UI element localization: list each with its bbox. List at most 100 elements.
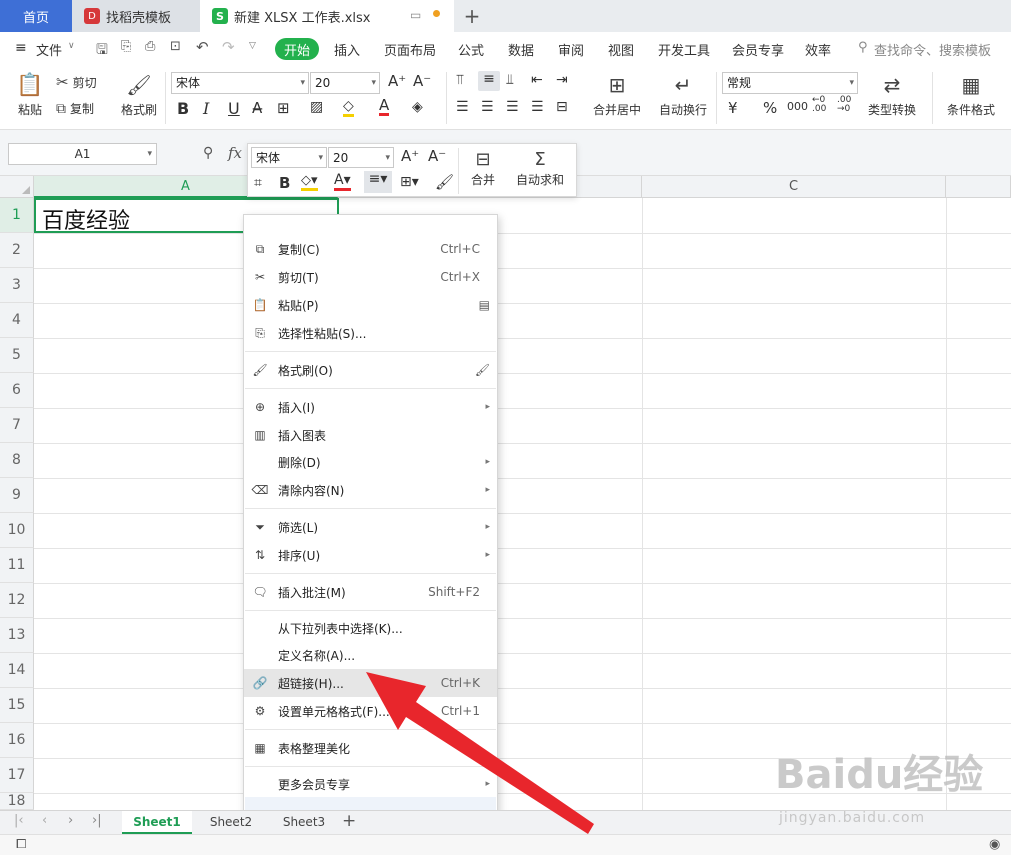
row-header[interactable]: 3	[0, 268, 34, 303]
row-header[interactable]: 16	[0, 723, 34, 758]
align-top-icon[interactable]: ⫪	[456, 72, 464, 88]
justify-icon[interactable]: ☰	[531, 99, 544, 115]
mini-select-icon[interactable]: ⌗	[254, 175, 262, 191]
mini-format-painter-icon[interactable]: 🖌	[435, 173, 454, 191]
conditional-format-button[interactable]: ▦ 条件格式	[940, 71, 1002, 118]
monitor-icon[interactable]: ▭	[410, 8, 421, 22]
row-header[interactable]: 8	[0, 443, 34, 478]
menu-view[interactable]: 视图	[608, 40, 634, 59]
align-center-icon[interactable]: ☰	[481, 99, 494, 115]
mini-increase-font-icon[interactable]: A⁺	[401, 147, 419, 165]
row-header[interactable]: 13	[0, 618, 34, 653]
mini-fill-color-icon[interactable]: ◇▾	[301, 174, 318, 191]
row-header[interactable]: 10	[0, 513, 34, 548]
copy-button[interactable]: ⧉ 复制	[56, 100, 94, 117]
row-header[interactable]: 1	[0, 198, 34, 233]
format-painter-lock-icon[interactable]: 🖌	[475, 363, 490, 377]
macro-record-icon[interactable]: ⧠	[16, 837, 26, 852]
row-header[interactable]: 9	[0, 478, 34, 513]
format-painter-button[interactable]: 🖌 格式刷	[118, 71, 160, 118]
tab-document[interactable]: S 新建 XLSX 工作表.xlsx ▭	[200, 0, 454, 32]
context-insert-comment[interactable]: 🗨 插入批注(M) Shift+F2	[244, 578, 497, 606]
decrease-font-icon[interactable]: A⁻	[413, 72, 431, 90]
prev-sheet-icon[interactable]: ‹	[42, 813, 47, 828]
mini-border-icon[interactable]: ⊞▾	[400, 174, 419, 190]
eye-protection-icon[interactable]: ◉	[989, 837, 1000, 852]
menu-page-layout[interactable]: 页面布局	[384, 40, 436, 59]
next-sheet-icon[interactable]: ›	[68, 813, 73, 828]
row-header[interactable]: 5	[0, 338, 34, 373]
font-family-select[interactable]: 宋体 ▾	[171, 72, 309, 94]
number-format-select[interactable]: 常规 ▾	[722, 72, 858, 94]
row-header[interactable]: 15	[0, 688, 34, 723]
hamburger-icon[interactable]: ≡	[15, 40, 27, 56]
tab-home[interactable]: 首页	[0, 0, 72, 32]
context-delete[interactable]: 删除(D) ▸	[244, 448, 497, 476]
fill-color-icon[interactable]: ◇	[343, 99, 354, 117]
new-tab-button[interactable]: +	[458, 0, 486, 32]
context-paste[interactable]: 📋 粘贴(P) ▤	[244, 291, 497, 319]
first-sheet-icon[interactable]: |‹	[14, 813, 24, 828]
context-copy[interactable]: ⧉ 复制(C) Ctrl+C	[244, 235, 497, 263]
context-insert[interactable]: ⊕ 插入(I) ▸	[244, 393, 497, 421]
search-command-input[interactable]: 查找命令、搜索模板	[874, 40, 991, 59]
select-all-corner[interactable]	[0, 176, 34, 198]
align-middle-icon[interactable]: ≡	[478, 71, 500, 91]
menu-start[interactable]: 开始	[275, 38, 319, 60]
font-size-select[interactable]: 20 ▾	[310, 72, 380, 94]
context-sort[interactable]: ⇅ 排序(U) ▸	[244, 541, 497, 569]
eraser-icon[interactable]: ◈	[412, 99, 423, 115]
bold-button[interactable]: B	[177, 99, 189, 118]
currency-icon[interactable]: ¥	[728, 99, 738, 117]
increase-font-icon[interactable]: A⁺	[388, 72, 406, 90]
paste-options-icon[interactable]: ▤	[479, 298, 490, 312]
menu-vip[interactable]: 会员专享	[732, 40, 784, 59]
row-header[interactable]: 11	[0, 548, 34, 583]
menu-insert[interactable]: 插入	[334, 40, 360, 59]
menu-developer[interactable]: 开发工具	[658, 40, 710, 59]
menu-efficiency[interactable]: 效率	[805, 40, 831, 59]
wrap-text-button[interactable]: ↵ 自动换行	[655, 71, 711, 118]
mini-decrease-font-icon[interactable]: A⁻	[428, 147, 446, 165]
fill-pattern-icon[interactable]: ▨	[310, 99, 323, 115]
quick-access-dropdown-icon[interactable]: ▽	[249, 41, 256, 51]
mini-align-icon[interactable]: ≡▾	[364, 171, 392, 193]
merge-center-button[interactable]: ⊞ 合并居中	[586, 71, 648, 118]
menu-review[interactable]: 审阅	[558, 40, 584, 59]
indent-increase-icon[interactable]: ⇥	[556, 72, 568, 88]
name-box[interactable]: A1 ▾	[8, 143, 157, 165]
last-sheet-icon[interactable]: ›|	[92, 813, 102, 828]
zoom-icon[interactable]: ⚲	[203, 145, 213, 161]
redo-icon[interactable]: ↷	[222, 38, 235, 56]
column-header-c[interactable]: C	[642, 176, 946, 198]
row-header[interactable]: 6	[0, 373, 34, 408]
context-pick-list[interactable]: 从下拉列表中选择(K)...	[244, 614, 497, 642]
strikethrough-icon[interactable]: A̶	[252, 99, 262, 117]
save-icon[interactable]: 🖫	[96, 39, 108, 63]
context-format-painter[interactable]: 🖌 格式刷(O) 🖌	[244, 356, 497, 384]
type-convert-button[interactable]: ⇄ 类型转换	[862, 71, 922, 118]
row-header[interactable]: 18	[0, 793, 34, 810]
context-paste-special[interactable]: ⎘ 选择性粘贴(S)...	[244, 319, 497, 347]
mini-font-select[interactable]: 宋体 ▾	[251, 147, 327, 168]
row-header[interactable]: 7	[0, 408, 34, 443]
row-header[interactable]: 14	[0, 653, 34, 688]
menu-data[interactable]: 数据	[508, 40, 534, 59]
underline-button[interactable]: U	[228, 99, 240, 118]
mini-bold-icon[interactable]: B	[279, 174, 290, 192]
cut-button[interactable]: ✂ 剪切	[56, 73, 97, 91]
mini-font-color-icon[interactable]: A▾	[334, 173, 351, 191]
context-insert-chart[interactable]: ▥ 插入图表	[244, 421, 497, 449]
menu-formula[interactable]: 公式	[458, 40, 484, 59]
export-icon[interactable]: ⎘	[121, 39, 131, 54]
context-cut[interactable]: ✂ 剪切(T) Ctrl+X	[244, 263, 497, 291]
sheet-tab-3[interactable]: Sheet3	[270, 811, 338, 834]
column-header-d[interactable]	[946, 176, 1011, 198]
undo-icon[interactable]: ↶	[196, 38, 209, 56]
percent-button[interactable]: %	[763, 99, 777, 117]
sheet-tab-2[interactable]: Sheet2	[196, 811, 266, 834]
indent-decrease-icon[interactable]: ⇤	[531, 72, 543, 88]
increase-decimal-icon[interactable]: ←0.00	[812, 96, 826, 114]
thousands-icon[interactable]: 000	[787, 100, 808, 113]
align-bottom-icon[interactable]: ⫫	[506, 72, 514, 88]
